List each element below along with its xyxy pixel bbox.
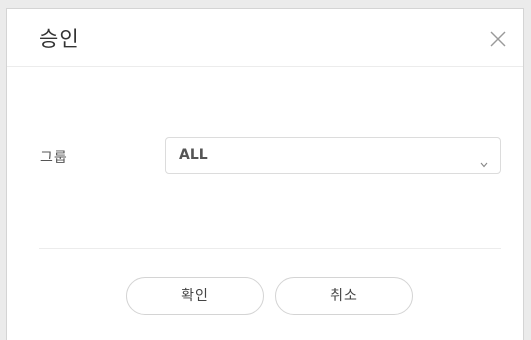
dialog-header: 승인 xyxy=(7,9,523,67)
cancel-button[interactable]: 취소 xyxy=(275,277,413,315)
group-label: 그룹 xyxy=(40,150,68,166)
group-select[interactable]: ALL xyxy=(165,137,501,174)
confirm-button[interactable]: 확인 xyxy=(126,277,264,315)
close-icon[interactable] xyxy=(489,30,507,48)
approval-dialog: 승인 그룹 ALL 확인 취소 xyxy=(6,8,524,340)
dialog-title: 승인 xyxy=(39,27,80,51)
group-select-value: ALL xyxy=(179,147,208,163)
footer-divider xyxy=(39,248,501,249)
chevron-down-icon xyxy=(480,153,488,168)
